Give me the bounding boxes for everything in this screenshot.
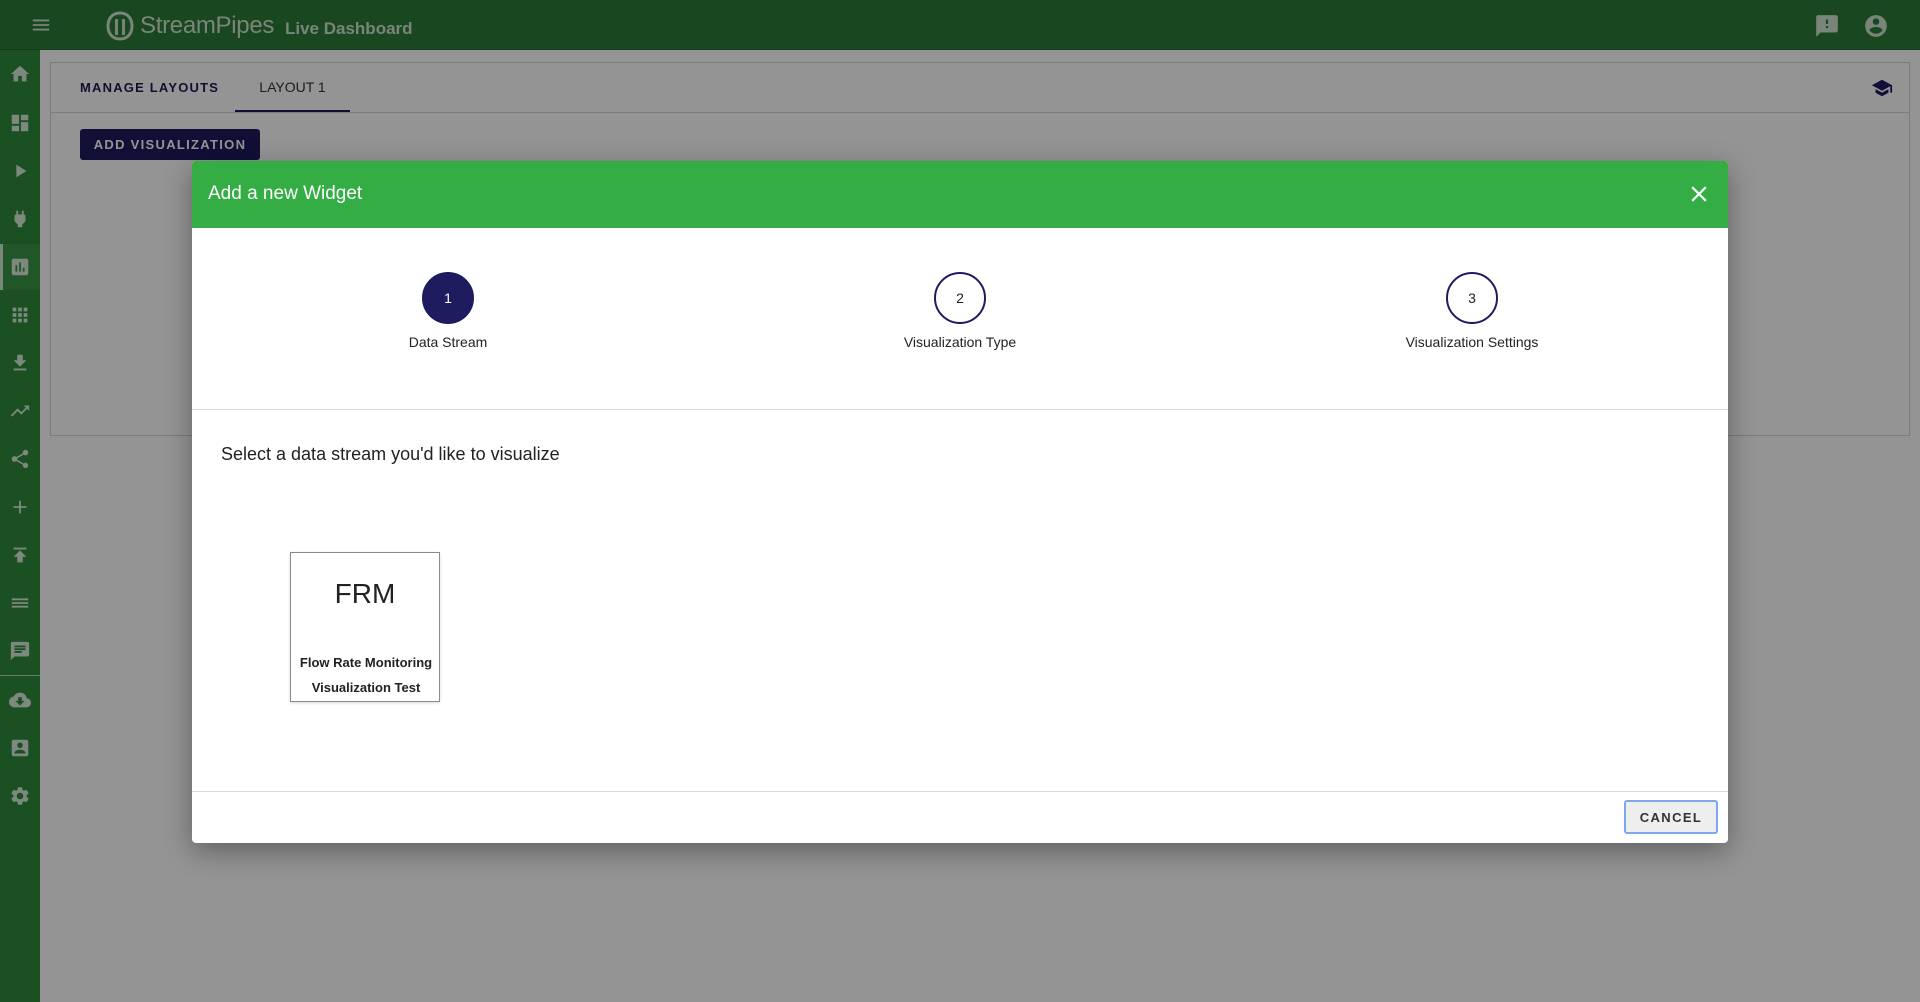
stepper: 1 Data Stream 2 Visualization Type 3 Vis… — [192, 228, 1728, 410]
step-label: Data Stream — [408, 334, 488, 350]
dialog-title: Add a new Widget — [208, 183, 363, 204]
step-data-stream[interactable]: 1 Data Stream — [338, 272, 558, 350]
add-widget-dialog: Add a new Widget 1 Data Stream 2 Visuali… — [192, 161, 1728, 843]
stream-name: Flow Rate Monitoring Visualization Test — [299, 655, 433, 695]
cancel-button[interactable]: CANCEL — [1624, 800, 1718, 834]
step-label: Visualization Type — [903, 334, 1017, 350]
instruction-text: Select a data stream you'd like to visua… — [221, 444, 560, 464]
step-number: 3 — [1446, 272, 1498, 324]
stream-abbreviation: FRM — [334, 578, 396, 609]
dialog-header: Add a new Widget — [192, 161, 1728, 228]
data-stream-card[interactable]: FRM Flow Rate Monitoring Visualization T… — [290, 552, 440, 702]
step-number: 1 — [422, 272, 474, 324]
dialog-body: Select a data stream you'd like to visua… — [192, 409, 1728, 791]
dialog-footer: CANCEL — [192, 791, 1728, 843]
close-icon[interactable] — [1686, 181, 1712, 207]
step-visualization-type[interactable]: 2 Visualization Type — [850, 272, 1070, 350]
step-label: Visualization Settings — [1405, 334, 1539, 350]
step-visualization-settings[interactable]: 3 Visualization Settings — [1362, 272, 1582, 350]
step-number: 2 — [934, 272, 986, 324]
